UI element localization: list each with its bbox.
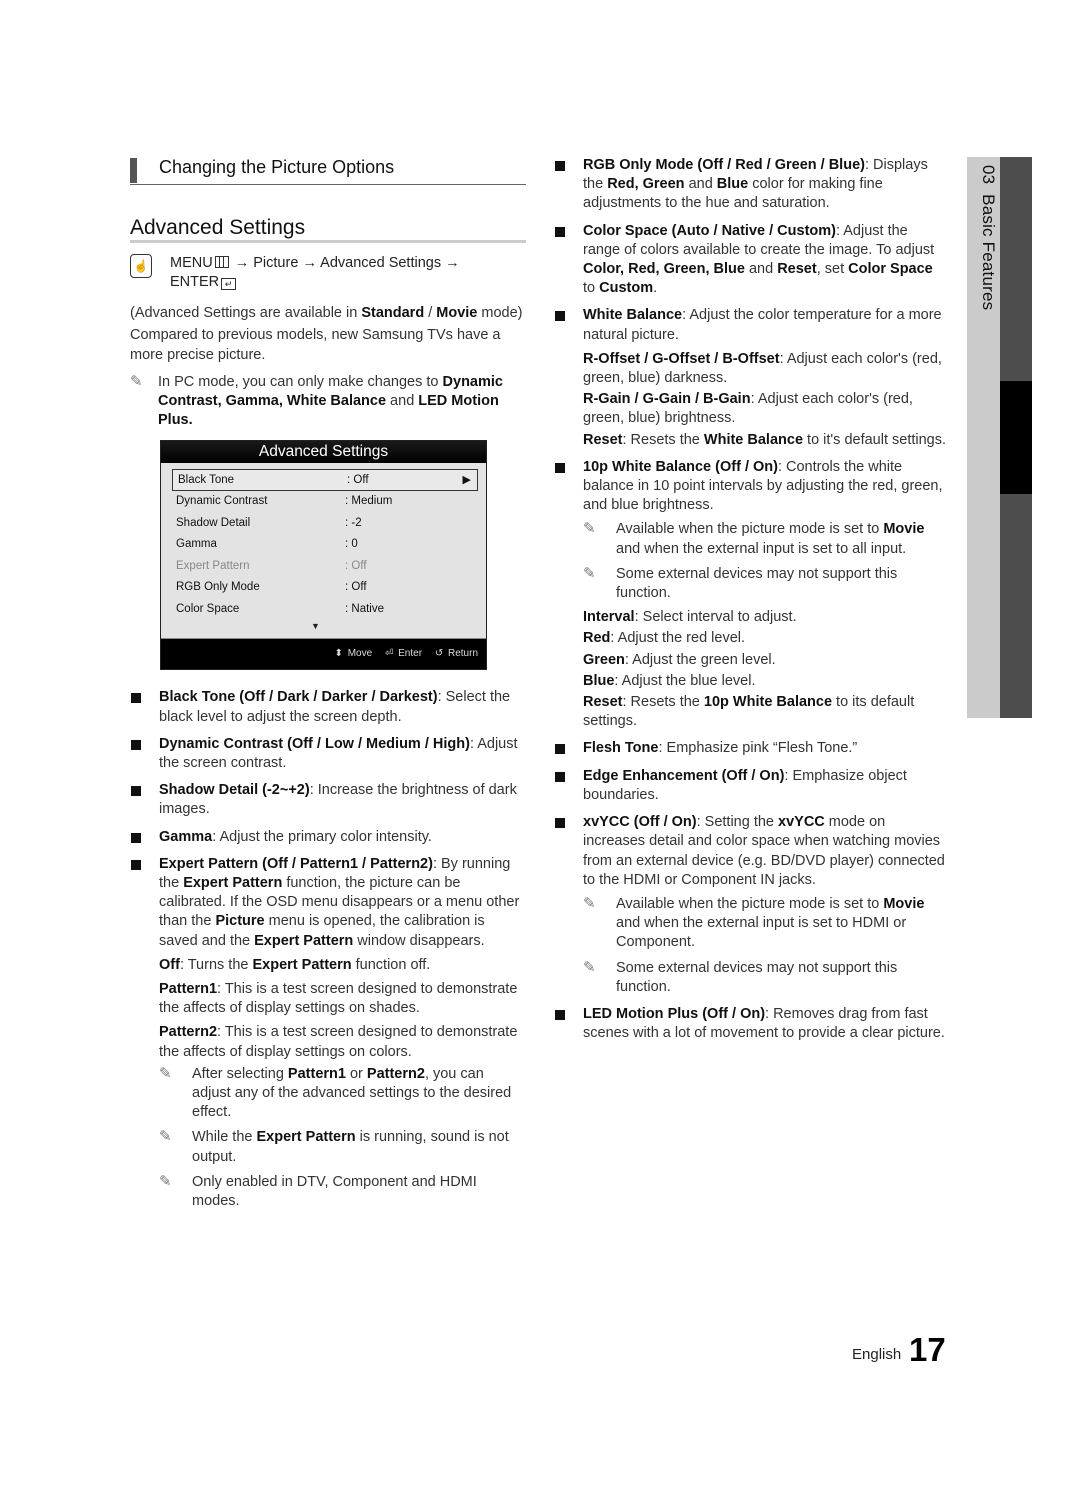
pencil-note-icon: ✎: [583, 958, 596, 976]
enter-label: Enter: [398, 648, 423, 660]
bullet-square-icon: [131, 786, 141, 797]
return-icon: ↺: [434, 648, 444, 660]
bullet-square-icon: [555, 311, 565, 322]
bullet-square-icon: [555, 1009, 565, 1020]
pc-mode-note: ✎ In PC mode, you can only make changes …: [130, 372, 503, 429]
section-bar: [130, 158, 137, 183]
left-column: Changing the Picture Options Advanced Se…: [130, 150, 526, 1211]
wb10-green: Green: Adjust the green level.: [583, 651, 776, 668]
bullet-square-icon: [555, 771, 565, 782]
bullet-10p-white-balance: 10p White Balance (Off / On): Controls t…: [554, 458, 948, 516]
wb10-interval: Interval: Select interval to adjust.: [583, 609, 797, 626]
enter-icon: ↵: [221, 278, 237, 291]
sound-note: ✎ While the Expert Pattern is running, s…: [159, 1128, 509, 1165]
footer-language: English: [852, 1346, 902, 1363]
return-label: Return: [447, 648, 478, 660]
bullet-edge-enhancement: Edge Enhancement (Off / On): Emphasize o…: [554, 767, 948, 805]
expert-pattern-1: Pattern1: This is a test screen designed…: [159, 981, 518, 1017]
menu-picture: Picture: [253, 255, 299, 272]
enter-key: ENTER: [170, 274, 220, 291]
osd-row-expert-pattern: Expert Pattern: Off: [176, 559, 367, 572]
arrow: →: [234, 255, 250, 272]
xvycc-devices-note: ✎ Some external devices may not support …: [583, 958, 898, 995]
move-label: Move: [347, 648, 373, 660]
page-title: Advanced Settings: [130, 217, 526, 244]
bullet-square-icon: [555, 226, 565, 237]
bullet-square-icon: [131, 832, 141, 843]
bullet-gamma: Gamma: Adjust the primary color intensit…: [130, 828, 526, 847]
modes-note: ✎ Only enabled in DTV, Component and HDM…: [159, 1172, 477, 1210]
wb10-reset: Reset: Resets the 10p White Balance to i…: [583, 694, 915, 730]
pencil-note-icon: ✎: [159, 1064, 172, 1082]
pencil-note-icon: ✎: [583, 564, 596, 582]
bullet-square-icon: [131, 859, 141, 870]
pencil-note-icon: ✎: [159, 1172, 172, 1190]
osd-row-shadow-detail[interactable]: Shadow Detail: -2: [171, 513, 478, 535]
pencil-note-icon: ✎: [583, 894, 596, 912]
wb10-devices-note: ✎ Some external devices may not support …: [583, 564, 898, 602]
osd-row-color-space[interactable]: Color Space: Native: [171, 599, 478, 621]
menu-key: MENU: [170, 255, 213, 272]
bullet-flesh-tone: Flesh Tone: Emphasize pink “Flesh Tone.”: [554, 739, 948, 758]
osd-advanced-settings-menu: Advanced Settings Black Tone: Off ▶ Dyna…: [160, 440, 487, 671]
bullet-square-icon: [131, 693, 141, 704]
chapter-tab-label: 03 Basic Features: [979, 165, 998, 311]
arrow: →: [445, 255, 460, 272]
pencil-note-icon: ✎: [130, 372, 143, 390]
wb-reset: Reset: Resets the White Balance to it's …: [583, 431, 947, 448]
chapter-tab-marker: [1000, 381, 1032, 494]
section-header: Changing the Picture Options: [130, 150, 526, 185]
move-icon: ⬍: [334, 648, 343, 660]
bullet-square-icon: [555, 744, 565, 755]
wb10-blue: Blue: Adjust the blue level.: [583, 672, 756, 689]
remote-hand-icon: ☝: [130, 254, 152, 279]
menu-advanced-settings: Advanced Settings: [320, 255, 442, 272]
bullet-square-icon: [555, 161, 565, 171]
bullet-xvycc: xvYCC (Off / On): Setting the xvYCC mode…: [554, 813, 948, 890]
page-number: 17: [909, 1331, 946, 1368]
right-column: RGB Only Mode (Off / Red / Green / Blue)…: [554, 156, 948, 1043]
bullet-led-motion-plus: LED Motion Plus (Off / On): Removes drag…: [554, 1005, 948, 1043]
osd-row-rgb-only-mode[interactable]: RGB Only Mode: Off: [171, 577, 478, 599]
expert-pattern-off: Off: Turns the Expert Pattern function o…: [159, 956, 431, 973]
bullet-color-space: Color Space (Auto / Native / Custom): Ad…: [554, 222, 948, 299]
bullet-white-balance: White Balance: Adjust the color temperat…: [554, 306, 948, 344]
pattern-adjust-note: ✎ After selecting Pattern1 or Pattern2, …: [159, 1064, 512, 1121]
osd-footer: ⬍ Move ⏎ Enter ↺ Return: [161, 638, 486, 670]
bullet-square-icon: [555, 462, 565, 473]
xvycc-movie-note: ✎ Available when the picture mode is set…: [583, 894, 925, 951]
wb-offset: R-Offset / G-Offset / B-Offset: Adjust e…: [583, 350, 942, 387]
bullet-square-icon: [555, 818, 565, 829]
menu-icon: [214, 256, 229, 269]
scroll-down-icon[interactable]: ▼: [171, 620, 478, 634]
section-title: Changing the Picture Options: [159, 157, 395, 177]
bullet-black-tone: Black Tone (Off / Dark / Darker / Darkes…: [130, 688, 526, 726]
pencil-note-icon: ✎: [583, 520, 596, 538]
osd-title: Advanced Settings: [161, 441, 486, 464]
wb10-movie-note: ✎ Available when the picture mode is set…: [583, 520, 925, 557]
pencil-note-icon: ✎: [159, 1128, 172, 1146]
expert-pattern-2: Pattern2: This is a test screen designed…: [159, 1024, 518, 1060]
menu-path: ☝ MENU → Picture → Advanced Settings → E…: [130, 254, 526, 292]
enter-icon: ⏎: [384, 648, 394, 660]
wb-gain: R-Gain / G-Gain / B-Gain: Adjust each co…: [583, 391, 913, 427]
osd-row-black-tone[interactable]: Black Tone: Off ▶: [172, 469, 478, 492]
bullet-square-icon: [131, 739, 141, 750]
osd-row-dynamic-contrast[interactable]: Dynamic Contrast: Medium: [171, 491, 478, 513]
intro-text: Compared to previous models, new Samsung…: [130, 327, 501, 363]
bullet-dynamic-contrast: Dynamic Contrast (Off / Low / Medium / H…: [130, 735, 526, 773]
bullet-shadow-detail: Shadow Detail (-2~+2): Increase the brig…: [130, 781, 526, 819]
wb10-red: Red: Adjust the red level.: [583, 630, 746, 647]
osd-row-gamma[interactable]: Gamma: 0: [171, 534, 478, 556]
arrow: →: [302, 255, 317, 272]
bullet-rgb-only-mode: RGB Only Mode (Off / Red / Green / Blue)…: [554, 156, 948, 214]
bullet-expert-pattern: Expert Pattern (Off / Pattern1 / Pattern…: [130, 855, 526, 951]
arrow-right-icon: ▶: [462, 474, 471, 487]
availability-note: (Advanced Settings are available in Stan…: [130, 305, 523, 322]
